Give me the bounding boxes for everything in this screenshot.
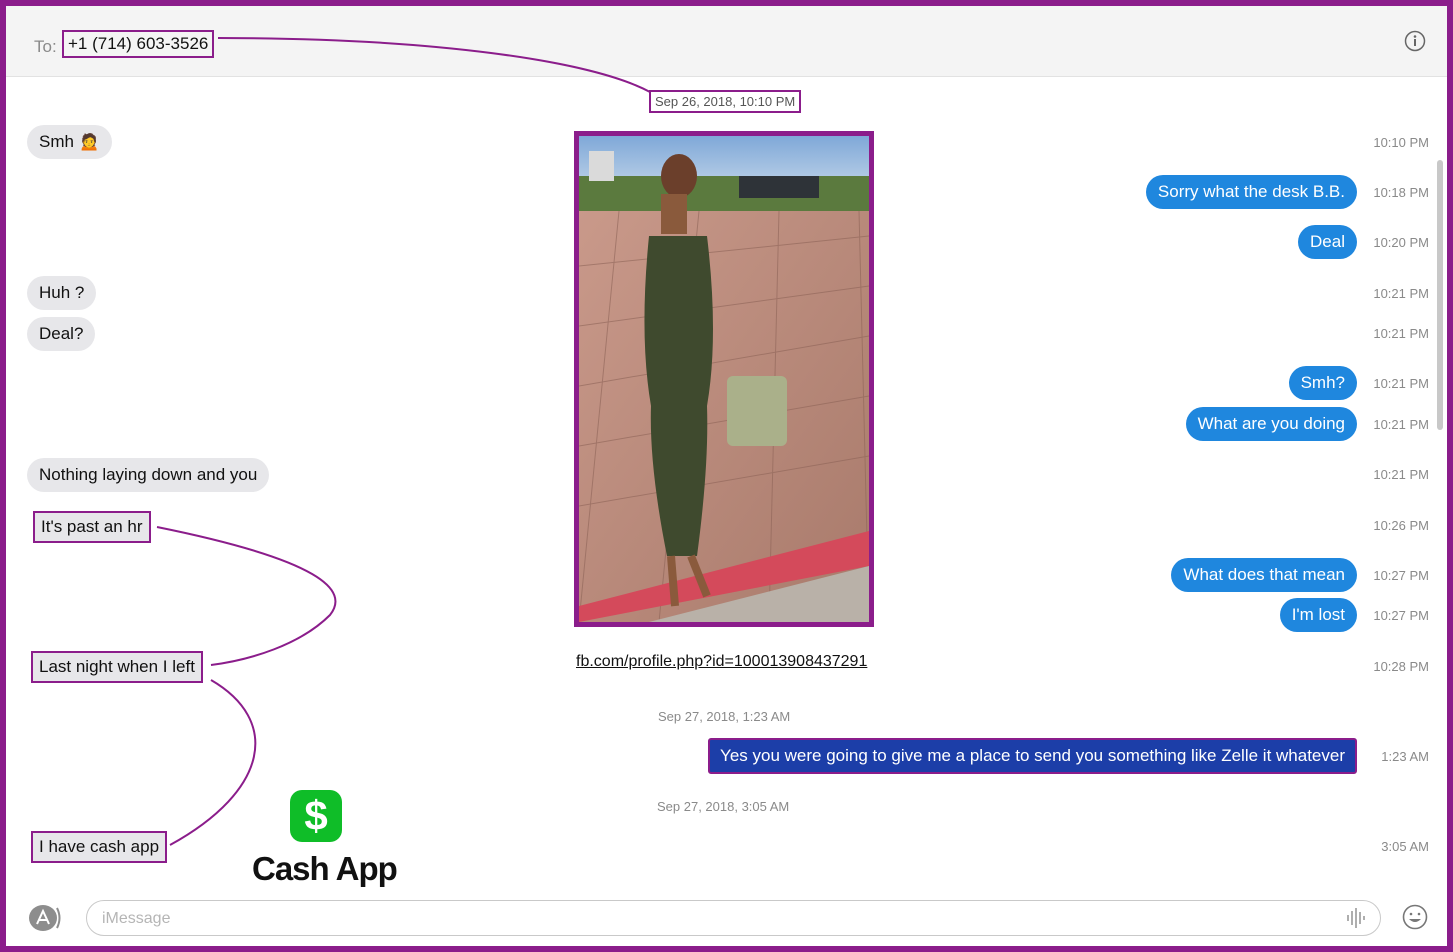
sent-message[interactable]: What does that mean: [1171, 558, 1357, 592]
sent-message[interactable]: I'm lost: [1279, 598, 1357, 632]
message-input[interactable]: iMessage: [86, 900, 1381, 936]
sent-message[interactable]: Sorry what the desk B.B.: [1145, 175, 1357, 209]
date-stamp: Sep 26, 2018, 10:10 PM: [649, 90, 802, 113]
to-label: To:: [34, 37, 57, 56]
message-time: 10:10 PM: [1373, 135, 1429, 150]
message-time: 10:21 PM: [1373, 286, 1429, 301]
message-time: 10:21 PM: [1373, 417, 1429, 432]
recipient-phone[interactable]: +1 (714) 603-3526: [62, 30, 215, 58]
audio-message-icon[interactable]: [1345, 906, 1367, 930]
received-message[interactable]: Last night when I left: [31, 651, 203, 683]
profile-link[interactable]: fb.com/profile.php?id=100013908437291: [576, 653, 867, 671]
message-time: 10:21 PM: [1373, 326, 1429, 341]
received-message[interactable]: I have cash app: [31, 831, 168, 863]
sent-message[interactable]: Smh?: [1288, 366, 1357, 400]
emoji-icon[interactable]: [1402, 904, 1428, 930]
message-input-placeholder: iMessage: [102, 910, 171, 927]
cash-app-label: Cash App: [252, 850, 398, 887]
date-stamp: Sep 27, 2018, 3:05 AM: [657, 799, 790, 814]
message-time: 1:23 AM: [1381, 749, 1429, 764]
message-time: 10:18 PM: [1373, 185, 1429, 200]
received-message[interactable]: Deal?: [27, 317, 96, 351]
sent-message[interactable]: What are you doing: [1185, 407, 1357, 441]
cash-app-symbol: $: [304, 792, 328, 839]
received-message[interactable]: Smh 🙍: [27, 125, 112, 159]
photo-image: [579, 136, 869, 622]
message-time: 10:21 PM: [1373, 467, 1429, 482]
received-message[interactable]: Huh ?: [27, 276, 97, 310]
message-time: 3:05 AM: [1381, 839, 1429, 854]
sent-message[interactable]: Yes you were going to give me a place to…: [708, 738, 1357, 774]
photo-attachment[interactable]: [574, 131, 874, 627]
message-time: 10:27 PM: [1373, 608, 1429, 623]
sent-message[interactable]: Deal: [1298, 225, 1357, 259]
message-time: 10:28 PM: [1373, 659, 1429, 674]
received-message[interactable]: It's past an hr: [33, 511, 151, 543]
message-time: 10:26 PM: [1373, 518, 1429, 533]
received-message[interactable]: Nothing laying down and you: [27, 458, 270, 492]
conversation-header: To: +1 (714) 603-3526: [6, 6, 1447, 77]
app-store-icon[interactable]: [28, 903, 62, 933]
message-time: 10:20 PM: [1373, 235, 1429, 250]
info-icon[interactable]: [1404, 30, 1426, 52]
scrollbar[interactable]: [1437, 160, 1443, 430]
message-time: 10:21 PM: [1373, 376, 1429, 391]
date-stamp: Sep 27, 2018, 1:23 AM: [658, 709, 791, 724]
cash-app-logo: $: [290, 790, 342, 842]
message-time: 10:27 PM: [1373, 568, 1429, 583]
